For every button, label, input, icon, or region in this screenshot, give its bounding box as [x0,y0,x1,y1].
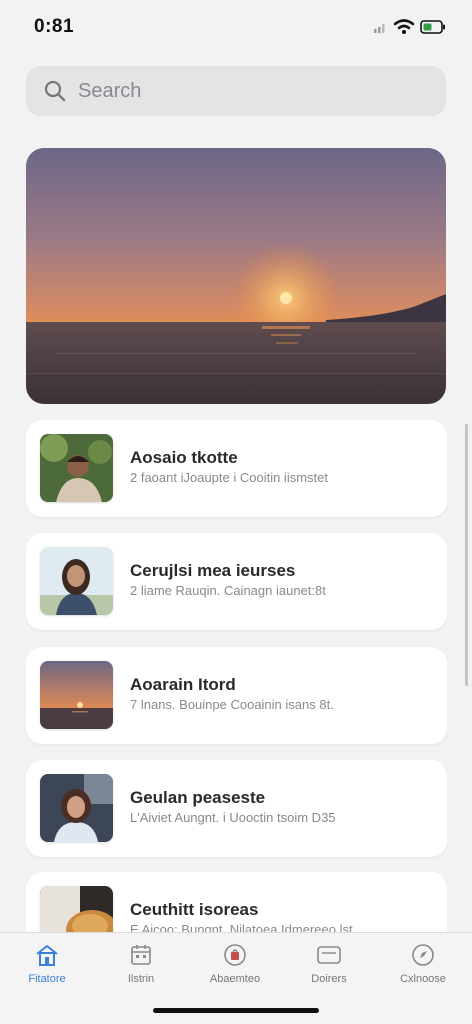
sunset-photo-icon [26,148,446,404]
list-item-thumbnail [40,886,113,932]
calendar-icon [131,945,151,965]
tab-label: Abaemteo [209,973,261,985]
scrollbar-thumb[interactable] [465,424,468,686]
search-icon [44,80,66,102]
list-item[interactable]: Cerujlsi mea ieurses 2 liame Rauqin. Cai… [26,533,447,630]
tab-label: Fitatore [28,973,66,985]
list-item-subtitle: 7 lnans. Bouinpe Cooainin isans 8t. [130,697,334,712]
list-item-title: Aoarain Itord [130,675,236,694]
tab-label: Doirers [311,973,347,985]
bag-icon [224,944,246,966]
search-input[interactable] [78,79,418,103]
list-item-thumbnail [40,661,113,729]
status-bar: 0:81 [0,0,472,56]
tab-home[interactable]: Fitatore [0,943,94,993]
list-item-subtitle: L'Aiviet Aungnt. i Uooctin tsoim D35 [130,810,336,825]
list-item-thumbnail [40,774,113,842]
person-photo-icon [40,434,113,502]
wifi-icon [394,19,414,34]
tab-explore[interactable]: Cxlnoose [376,943,470,993]
search-bar[interactable] [26,66,446,116]
list-item-title: Cerujlsi mea ieurses [130,561,296,580]
list-item-title: Ceuthitt isoreas [130,900,259,919]
status-time: 0:81 [34,16,75,37]
home-indicator[interactable] [153,1008,319,1013]
tab-label: Cxlnoose [400,973,446,985]
compass-icon [412,944,434,966]
food-photo-icon [40,886,113,932]
woman-portrait-photo-icon [40,547,113,615]
tab-bag[interactable]: Abaemteo [188,943,282,993]
list-item-title: Aosaio tkotte [130,448,238,467]
list-item-thumbnail [40,434,113,502]
list-item-subtitle: E Aicoo: Bungnt. Nilatoea Idmereeo lst [130,922,353,932]
list-item[interactable]: Ceuthitt isoreas E Aicoo: Bungnt. Nilato… [26,872,447,932]
hero-sunset-image[interactable] [26,148,446,404]
sunset-photo-icon [40,661,113,729]
tab-label: Ilstrin [127,973,155,985]
list-item[interactable]: Aosaio tkotte 2 faoant iJoaupte i Cooiti… [26,420,447,517]
home-icon [36,945,58,966]
list-item-subtitle: 2 faoant iJoaupte i Cooitin iismstet [130,470,328,485]
tab-calendar[interactable]: Ilstrin [94,943,188,993]
cellular-signal-icon [374,24,385,33]
status-icons [374,18,446,36]
list-item-thumbnail [40,547,113,615]
battery-icon [420,20,445,34]
list-item[interactable]: Aoarain Itord 7 lnans. Bouinpe Cooainin … [26,647,447,744]
content-list: Aosaio tkotte 2 faoant iJoaupte i Cooiti… [26,420,447,932]
tab-messages[interactable]: Doirers [282,943,376,993]
message-icon [317,946,341,964]
list-item-title: Geulan peaseste [130,788,266,807]
list-item-subtitle: 2 liame Rauqin. Cainagn iaunet:8t [130,583,326,598]
list-item[interactable]: Geulan peaseste L'Aiviet Aungnt. i Uooct… [26,760,447,857]
woman-photo-icon [40,774,113,842]
